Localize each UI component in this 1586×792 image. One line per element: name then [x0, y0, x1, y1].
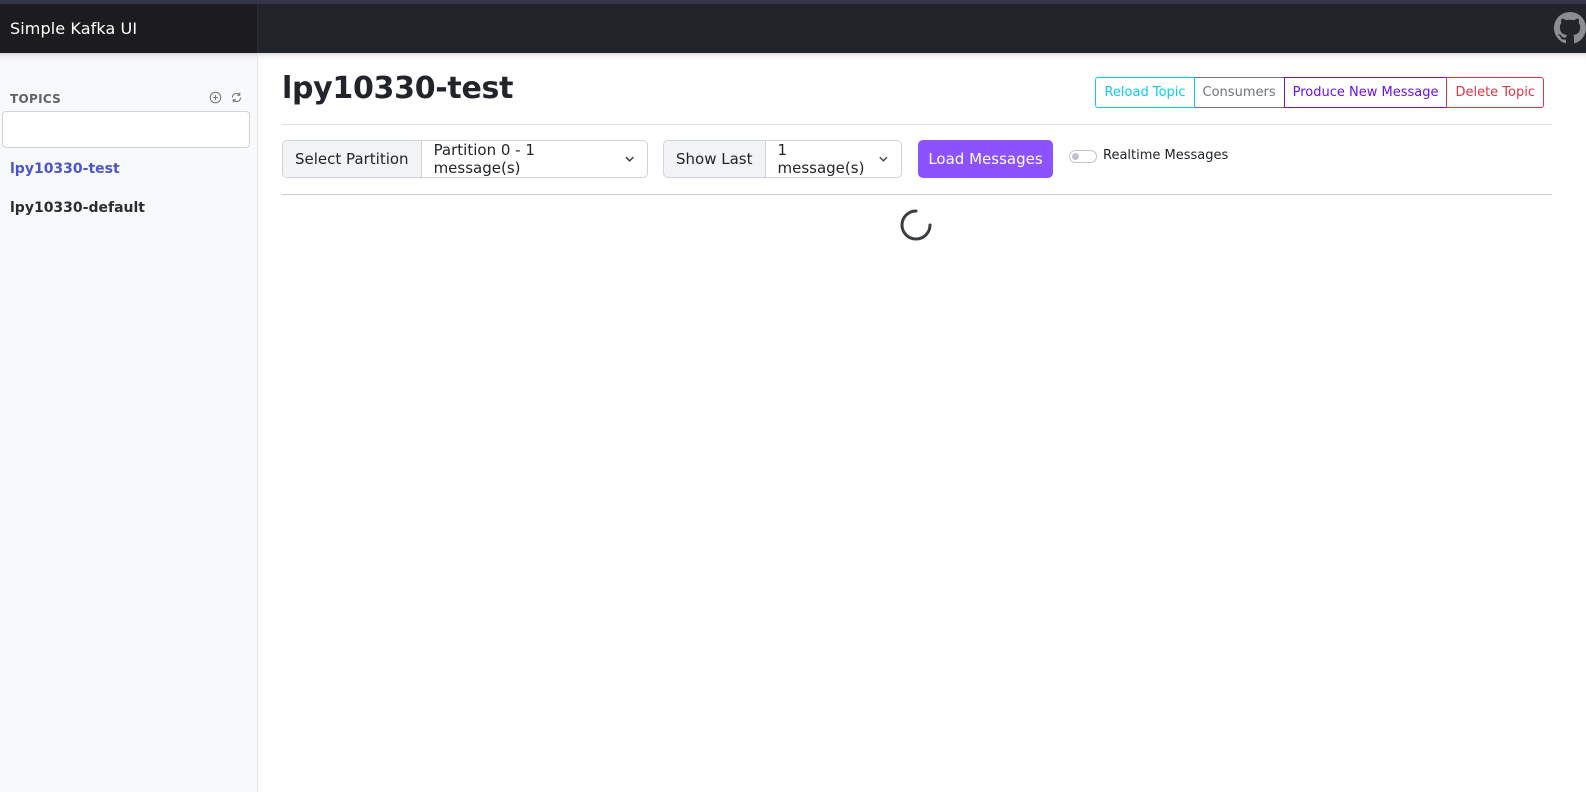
refresh-icon[interactable] [230, 91, 243, 104]
toggle-knob [1072, 153, 1079, 160]
partition-label: Select Partition [283, 141, 422, 177]
brand[interactable]: Simple Kafka UI [0, 4, 258, 53]
produce-message-button[interactable]: Produce New Message [1283, 77, 1448, 108]
sidebar-actions [209, 91, 243, 104]
add-circle-icon[interactable] [209, 91, 222, 104]
chevron-down-icon [879, 156, 888, 162]
topic-actions: Reload Topic Consumers Produce New Messa… [1095, 77, 1544, 108]
realtime-label[interactable]: Realtime Messages [1103, 148, 1228, 163]
topic-item-lpy10330-default[interactable]: lpy10330-default [10, 200, 145, 216]
show-last-selector: Show Last 1 message(s) [663, 140, 902, 178]
reload-topic-button[interactable]: Reload Topic [1095, 77, 1195, 108]
load-messages-button[interactable]: Load Messages [918, 140, 1053, 178]
partition-selector: Select Partition Partition 0 - 1 message… [282, 140, 648, 178]
divider [282, 124, 1552, 125]
divider [282, 194, 1552, 195]
delete-topic-button[interactable]: Delete Topic [1446, 77, 1544, 108]
sidebar: TOPICS lpy10330-test lpy10330-default [0, 53, 258, 792]
topics-heading: TOPICS [10, 92, 62, 106]
loading-spinner-icon [900, 209, 932, 241]
partition-select[interactable]: Partition 0 - 1 message(s) [422, 141, 647, 177]
partition-selected-value: Partition 0 - 1 message(s) [433, 141, 535, 177]
page-title: lpy10330-test [282, 71, 514, 106]
show-last-selected-value: 1 message(s) [777, 141, 865, 177]
chevron-down-icon [625, 156, 634, 162]
consumers-button[interactable]: Consumers [1193, 77, 1285, 108]
app-title[interactable]: Simple Kafka UI [10, 19, 137, 38]
topic-search-input[interactable] [2, 111, 250, 148]
github-icon[interactable] [1554, 12, 1586, 44]
main-content: lpy10330-test Reload Topic Consumers Pro… [258, 53, 1586, 792]
show-last-select[interactable]: 1 message(s) [766, 141, 902, 177]
top-navbar: Simple Kafka UI [0, 0, 1586, 53]
topic-item-lpy10330-test[interactable]: lpy10330-test [10, 161, 120, 177]
realtime-toggle[interactable] [1069, 150, 1097, 163]
show-last-label: Show Last [664, 141, 766, 177]
